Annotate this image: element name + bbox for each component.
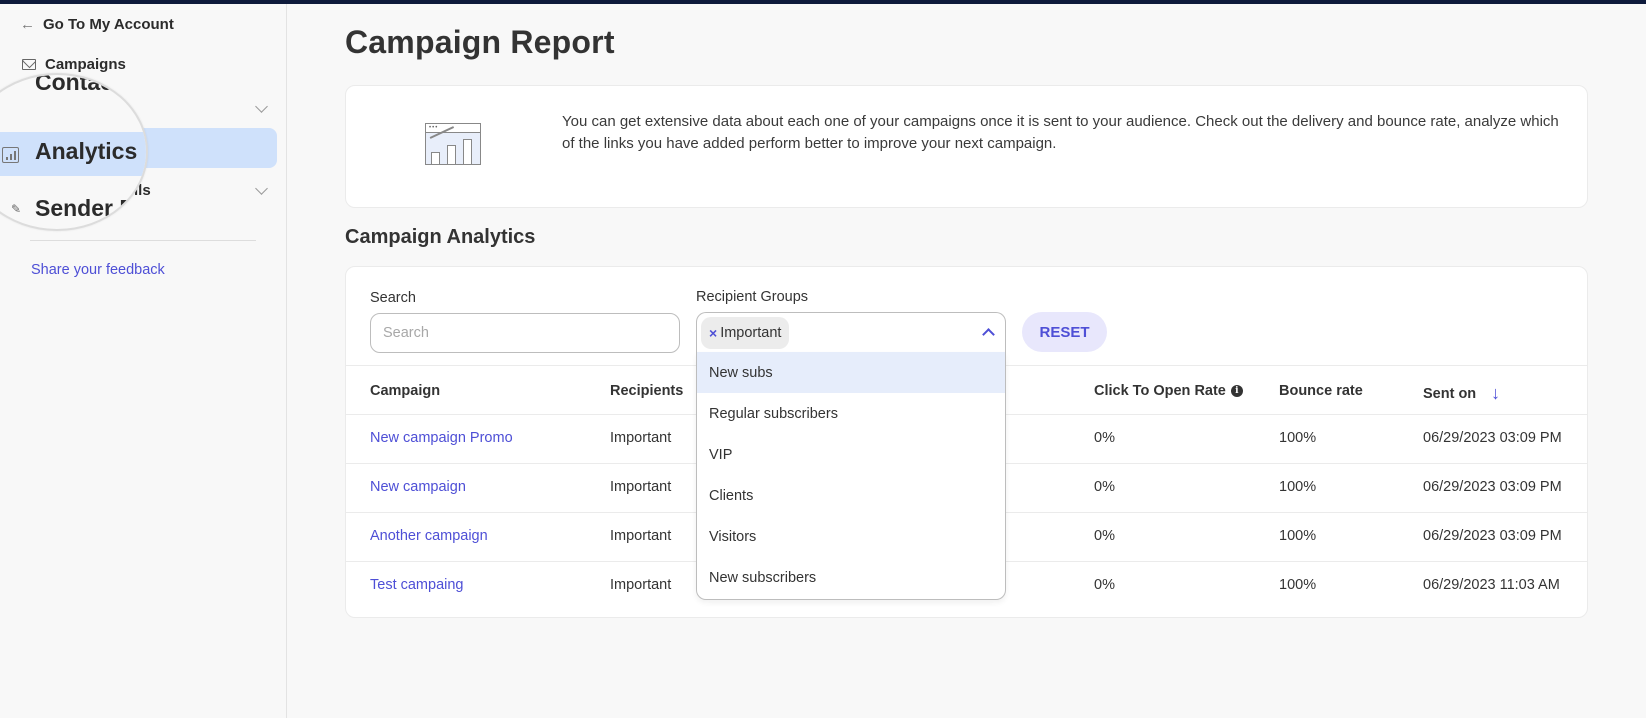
recipient-groups-label: Recipient Groups [696, 289, 809, 305]
share-feedback-link[interactable]: Share your feedback [31, 262, 165, 278]
sidebar-item-sender-details[interactable]: Sender D [35, 195, 136, 222]
magnifier-overlay: Contac Analytics ✎ Sender D [0, 73, 148, 231]
envelope-icon [22, 59, 36, 70]
info-icon[interactable]: i [1230, 385, 1243, 397]
bounce-rate-cell: 100% [1279, 528, 1317, 544]
click-to-open-rate-cell: 0% [1094, 577, 1115, 593]
campaign-analytics-card: Search Recipient Groups × Important RESE… [345, 266, 1588, 618]
section-title: Campaign Analytics [345, 226, 536, 248]
sent-on-cell: 06/29/2023 03:09 PM [1423, 479, 1562, 495]
sidebar-item-campaigns[interactable]: Campaigns [22, 56, 126, 73]
click-to-open-rate-cell: 0% [1094, 430, 1115, 446]
sidebar-divider [30, 240, 256, 241]
recipient-groups-dropdown: New subs Regular subscribers VIP Clients Vis… [696, 352, 1006, 600]
info-description: You can get extensive data about each on… [562, 113, 1559, 152]
dropdown-option[interactable]: New subs [697, 352, 1005, 393]
dropdown-option[interactable]: Regular subscribers [697, 393, 1005, 434]
column-header-sent-on[interactable]: Sent on ↓ [1423, 383, 1500, 404]
remove-chip-icon[interactable]: × [709, 325, 717, 341]
recipients-cell: Important [610, 577, 672, 593]
sent-on-cell: 06/29/2023 11:03 AM [1423, 577, 1560, 593]
column-header-recipients: Recipients [610, 383, 684, 399]
dropdown-option[interactable]: New subscribers [697, 557, 1005, 598]
sent-on-cell: 06/29/2023 03:09 PM [1423, 528, 1562, 544]
recipients-cell: Important [610, 430, 672, 446]
campaign-name-link[interactable]: New campaign [370, 479, 466, 495]
sidebar-item-analytics-label[interactable]: Analytics [35, 138, 137, 165]
chip-label: Important [720, 325, 782, 341]
reset-button[interactable]: RESET [1022, 312, 1107, 352]
sidebar-item-label: Campaigns [45, 56, 126, 73]
sent-on-cell: 06/29/2023 03:09 PM [1423, 430, 1562, 446]
sidebar: ← Go To My Account Campaigns ils Contac … [0, 4, 287, 718]
column-header-bounce-rate: Bounce rate [1279, 383, 1363, 399]
column-header-click-to-open-rate: Click To Open Rate i [1094, 383, 1243, 399]
campaign-name-link[interactable]: Test campaing [370, 577, 464, 593]
arrow-left-icon: ← [20, 16, 35, 33]
bounce-rate-cell: 100% [1279, 430, 1317, 446]
chevron-down-icon[interactable] [255, 100, 268, 113]
main-content: Campaign Report ••• You can get extensiv… [288, 4, 1646, 718]
search-input[interactable] [370, 313, 680, 353]
search-label: Search [370, 290, 416, 306]
bar-chart-icon [2, 147, 19, 163]
recipients-cell: Important [610, 528, 672, 544]
chevron-up-icon[interactable] [982, 328, 995, 341]
sidebar-item-contacts[interactable]: Contac [35, 75, 113, 96]
analytics-illustration-icon: ••• [425, 123, 481, 165]
campaign-name-link[interactable]: Another campaign [370, 528, 488, 544]
sender-icon: ✎ [11, 202, 22, 216]
page-title: Campaign Report [345, 24, 615, 60]
click-to-open-rate-cell: 0% [1094, 479, 1115, 495]
go-to-account-link[interactable]: ← Go To My Account [20, 16, 174, 33]
bounce-rate-cell: 100% [1279, 577, 1317, 593]
dropdown-option[interactable]: Clients [697, 475, 1005, 516]
dropdown-option[interactable]: Visitors [697, 516, 1005, 557]
column-header-campaign: Campaign [370, 383, 441, 399]
dropdown-option[interactable]: VIP [697, 434, 1005, 475]
chevron-down-icon[interactable] [255, 182, 268, 195]
info-card: ••• You can get extensive data about eac… [345, 85, 1588, 208]
campaign-name-link[interactable]: New campaign Promo [370, 430, 513, 446]
selected-group-chip: × Important [701, 317, 790, 349]
recipient-groups-select[interactable]: × Important [696, 312, 1006, 352]
click-to-open-rate-cell: 0% [1094, 528, 1115, 544]
go-to-account-label: Go To My Account [43, 16, 174, 33]
sort-descending-icon[interactable]: ↓ [1491, 383, 1500, 404]
bounce-rate-cell: 100% [1279, 479, 1317, 495]
recipients-cell: Important [610, 479, 672, 495]
